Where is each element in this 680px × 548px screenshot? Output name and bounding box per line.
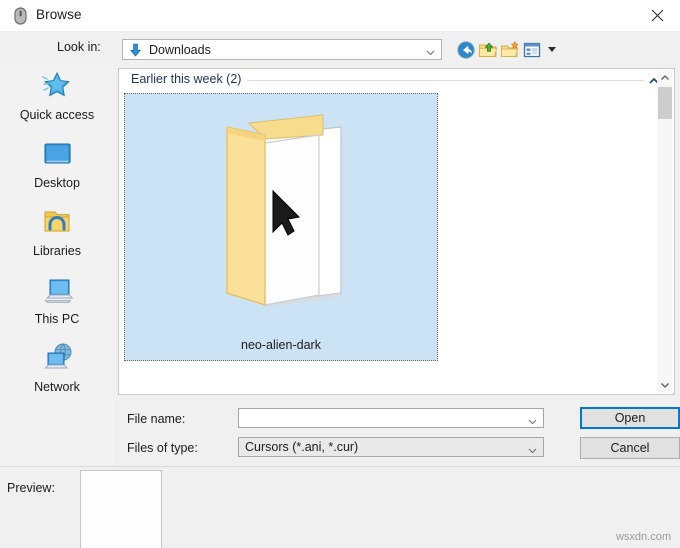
list-item-label: neo-alien-dark <box>241 338 321 352</box>
file-name-input[interactable] <box>238 408 544 428</box>
scrollbar-thumb[interactable] <box>658 87 672 119</box>
files-of-type-select[interactable]: Cursors (*.ani, *.cur) <box>238 437 544 457</box>
back-button[interactable] <box>456 40 476 60</box>
chevron-down-icon <box>425 45 436 56</box>
file-list[interactable]: Earlier this week (2) neo-alien-dark <box>118 68 675 395</box>
list-item[interactable]: neo-alien-dark <box>124 93 438 361</box>
monitor-icon <box>0 136 114 172</box>
file-group-title: Earlier this week (2) <box>131 72 248 86</box>
sidebar-item-libraries[interactable]: Libraries <box>0 204 114 266</box>
cancel-button[interactable]: Cancel <box>580 437 680 459</box>
scroll-down-button[interactable] <box>657 377 673 393</box>
files-of-type-label: Files of type: <box>127 441 198 455</box>
chevron-down-icon[interactable] <box>527 414 538 425</box>
look-in-value: Downloads <box>149 43 211 57</box>
sidebar-item-label: Libraries <box>33 244 81 258</box>
preview-label: Preview: <box>7 481 55 495</box>
sidebar-item-label: Desktop <box>34 176 80 190</box>
window-title: Browse <box>36 7 82 22</box>
open-button[interactable]: Open <box>580 407 680 429</box>
file-group-header[interactable]: Earlier this week (2) <box>119 69 674 91</box>
scroll-up-button[interactable] <box>657 70 673 86</box>
chevron-down-icon[interactable] <box>527 443 538 454</box>
network-globe-icon <box>0 340 114 376</box>
browse-dialog: Browse Look in: Downloads Quick access D… <box>0 0 680 548</box>
up-one-level-button[interactable] <box>478 40 498 60</box>
toolbar-buttons <box>456 38 566 61</box>
star-icon <box>0 68 114 104</box>
title-bar: Browse <box>0 0 680 32</box>
folder-cursor-thumbnail <box>191 105 371 320</box>
sidebar-item-quick-access[interactable]: Quick access <box>0 68 114 130</box>
views-button[interactable] <box>522 40 542 60</box>
look-in-combobox[interactable]: Downloads <box>122 39 442 60</box>
laptop-icon <box>0 272 114 308</box>
watermark: wsxdn.com <box>615 531 671 543</box>
sidebar-item-desktop[interactable]: Desktop <box>0 136 114 198</box>
file-list-scrollbar[interactable] <box>657 70 673 393</box>
preview-box <box>80 470 162 548</box>
file-name-label: File name: <box>127 412 186 426</box>
sidebar-item-this-pc[interactable]: This PC <box>0 272 114 334</box>
sidebar-item-label: Network <box>34 380 80 394</box>
views-dropdown-arrow-icon[interactable] <box>548 47 556 52</box>
look-in-label: Look in: <box>57 40 101 54</box>
mouse-cursor-icon <box>12 7 29 25</box>
dialog-form: File name: Files of type: Cursors (*.ani… <box>0 400 680 465</box>
preview-area: Preview: wsxdn.com <box>0 466 680 548</box>
downloads-arrow-icon <box>128 43 143 58</box>
sidebar-item-network[interactable]: Network <box>0 340 114 402</box>
files-of-type-value: Cursors (*.ani, *.cur) <box>245 440 359 454</box>
libraries-folder-icon <box>0 204 114 240</box>
close-button[interactable] <box>634 0 680 31</box>
sidebar-item-label: Quick access <box>19 108 95 122</box>
sidebar-item-label: This PC <box>34 312 80 326</box>
new-folder-button[interactable] <box>500 40 520 60</box>
